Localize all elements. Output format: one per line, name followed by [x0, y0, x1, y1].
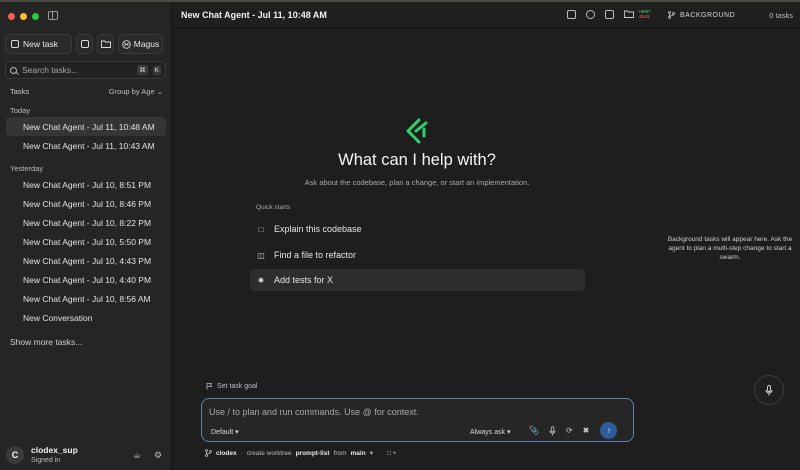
- quick-start-find-file[interactable]: ◫ Find a file to refactor: [250, 244, 585, 266]
- task-item[interactable]: New Chat Agent - Jul 10, 8:46 PM: [6, 194, 166, 213]
- zoom-window-button[interactable]: [32, 13, 39, 20]
- sidebar-toolbar: New task Magus: [5, 34, 166, 54]
- new-task-button[interactable]: New task: [5, 34, 72, 54]
- minimize-window-button[interactable]: [20, 13, 27, 20]
- main-heading: What can I help with?: [338, 151, 496, 169]
- new-task-label: New task: [23, 39, 58, 49]
- sidebar-toggle-icon[interactable]: [48, 11, 58, 20]
- shortcut-k-key: K: [152, 65, 161, 75]
- terminal-button[interactable]: [76, 34, 93, 54]
- task-item[interactable]: New Chat Agent - Jul 11, 10:48 AM: [6, 117, 166, 136]
- prompt-input[interactable]: Use / to plan and run commands. Use @ fo…: [209, 407, 419, 417]
- chevron-down-icon[interactable]: ▾: [370, 449, 373, 457]
- panel-icon[interactable]: [567, 9, 576, 19]
- folder-icon[interactable]: [624, 10, 634, 18]
- magus-button[interactable]: Magus: [118, 34, 163, 54]
- set-task-goal-label: Set task goal: [217, 383, 258, 390]
- user-status: Signed in: [31, 457, 61, 464]
- worktree-action-label: create worktree: [246, 449, 292, 457]
- quick-start-label: Explain this codebase: [274, 224, 362, 234]
- book-icon: □: [258, 224, 264, 234]
- task-item[interactable]: New Chat Agent - Jul 10, 5:50 PM: [6, 232, 166, 251]
- diff-stats: +8897 -2643: [638, 9, 651, 19]
- quick-start-explain-codebase[interactable]: □ Explain this codebase: [250, 218, 585, 240]
- show-more-tasks-link[interactable]: Show more tasks...: [10, 337, 82, 347]
- prompt-composer[interactable]: Use / to plan and run commands. Use @ fo…: [201, 398, 634, 442]
- close-window-button[interactable]: [8, 13, 15, 20]
- task-item[interactable]: New Chat Agent - Jul 10, 8:56 AM: [6, 289, 166, 308]
- branch-icon: [668, 11, 675, 19]
- voice-input-button[interactable]: [754, 375, 784, 405]
- task-item[interactable]: New Chat Agent - Jul 10, 4:40 PM: [6, 270, 166, 289]
- microphone-icon[interactable]: [549, 425, 556, 436]
- send-button[interactable]: ↑: [600, 422, 618, 439]
- search-icon: [10, 66, 17, 74]
- add-folder-icon[interactable]: □ +: [387, 450, 397, 457]
- worktree-branch-name[interactable]: prompt-list: [296, 450, 330, 457]
- microphone-icon: [765, 384, 773, 395]
- task-item[interactable]: New Chat Agent - Jul 10, 8:22 PM: [6, 213, 166, 232]
- quick-starts-label: Quick starts: [256, 204, 291, 211]
- task-item[interactable]: New Chat Agent - Jul 11, 10:43 AM: [6, 136, 166, 155]
- quick-start-label: Add tests for X: [274, 275, 334, 285]
- task-item[interactable]: New Chat Agent - Jul 10, 4:43 PM: [6, 251, 166, 270]
- globe-icon[interactable]: [586, 9, 595, 19]
- mode-dropdown[interactable]: Default ▾: [211, 428, 239, 436]
- user-name: clodex_sup: [31, 445, 78, 455]
- search-placeholder: Search tasks...: [22, 65, 79, 75]
- flag-icon: [206, 383, 213, 390]
- header-actions: +8897 -2643: [567, 9, 651, 19]
- quick-start-label: Find a file to refactor: [274, 250, 357, 260]
- diff-removed: -2643: [638, 14, 650, 19]
- agent-mode-icon[interactable]: ⟳: [566, 426, 573, 435]
- terminal-icon: [80, 40, 89, 48]
- tasks-label: Tasks: [10, 87, 30, 96]
- composer-tools: 📎 ⟳ ✖ ↑: [529, 422, 618, 439]
- background-tasks-hint: Background tasks will appear here. Ask t…: [667, 236, 793, 261]
- section-yesterday: Yesterday: [10, 164, 44, 173]
- user-profile[interactable]: C clodex_sup Signed in: [6, 445, 78, 464]
- group-by-dropdown[interactable]: Group by Age ⌄: [109, 87, 163, 96]
- sidebar: New task Magus Search tasks... ⌘ K Tasks…: [0, 2, 172, 470]
- search-input[interactable]: Search tasks... ⌘ K: [5, 61, 166, 79]
- background-tab[interactable]: BACKGROUND: [668, 11, 735, 19]
- magus-label: Magus: [133, 39, 160, 49]
- tools-icon[interactable]: ✖: [583, 426, 590, 435]
- set-task-goal-button[interactable]: Set task goal: [206, 383, 257, 390]
- window-controls: [8, 13, 39, 20]
- worktree-bar: clodex · create worktree prompt-list fro…: [205, 449, 396, 457]
- new-task-icon: [11, 40, 19, 48]
- task-item[interactable]: New Conversation: [6, 308, 166, 327]
- settings-icon[interactable]: ⚙: [153, 450, 163, 460]
- section-today: Today: [10, 106, 31, 115]
- tasks-header: Tasks Group by Age ⌄: [10, 87, 163, 96]
- approval-dropdown[interactable]: Always ask ▾: [470, 428, 510, 436]
- app-logo-icon: [406, 118, 428, 144]
- magus-icon: [121, 39, 131, 49]
- page-title: New Chat Agent - Jul 11, 10:48 AM: [181, 10, 327, 20]
- top-bar: New Chat Agent - Jul 11, 10:48 AM +8897 …: [172, 2, 800, 28]
- quick-start-add-tests[interactable]: ✹ Add tests for X: [250, 269, 585, 291]
- folder-icon: [100, 40, 111, 48]
- from-label: from: [333, 449, 347, 457]
- task-item[interactable]: New Chat Agent - Jul 10, 8:51 PM: [6, 175, 166, 194]
- shortcut-cmd-key: ⌘: [137, 65, 148, 75]
- arrow-up-icon: ↑: [606, 426, 611, 435]
- avatar: C: [6, 445, 24, 464]
- bug-icon: ✹: [257, 275, 265, 285]
- repo-name[interactable]: clodex: [216, 450, 237, 457]
- external-link-icon[interactable]: [605, 9, 614, 19]
- separator: ·: [240, 449, 243, 457]
- attach-icon[interactable]: 📎: [529, 426, 539, 435]
- background-label: BACKGROUND: [680, 11, 736, 19]
- branch-icon: [205, 449, 212, 457]
- folder-button[interactable]: [97, 34, 114, 54]
- background-tasks-count: 0 tasks: [769, 11, 793, 20]
- file-search-icon: ◫: [257, 250, 265, 260]
- base-branch[interactable]: main: [351, 450, 366, 457]
- coffee-icon[interactable]: ☕: [132, 450, 142, 460]
- main-subheading: Ask about the codebase, plan a change, o…: [304, 178, 530, 187]
